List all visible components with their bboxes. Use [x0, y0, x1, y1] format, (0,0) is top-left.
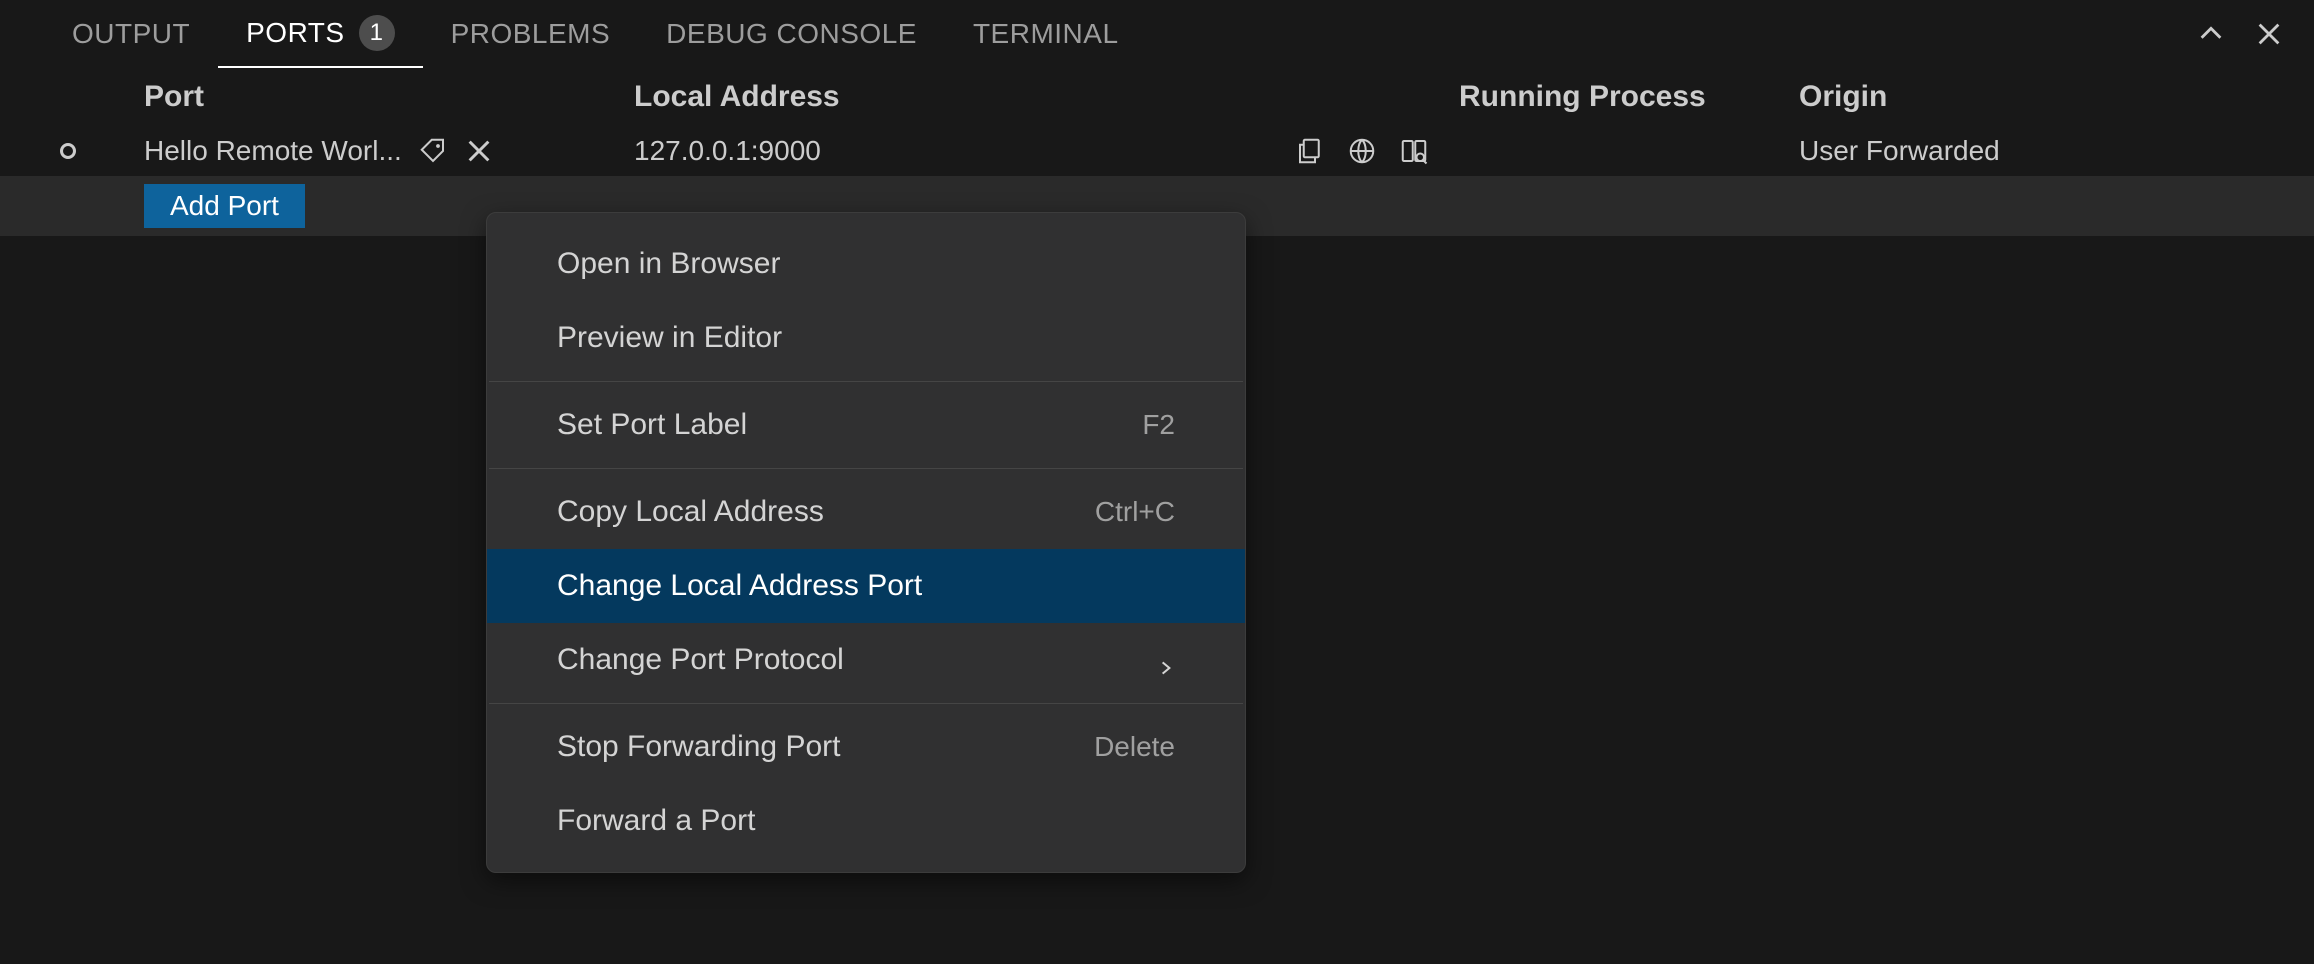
header-origin: Origin [1799, 80, 2314, 114]
preview-icon[interactable] [1399, 136, 1429, 166]
copy-icon[interactable] [1295, 136, 1325, 166]
ctx-label: Stop Forwarding Port [557, 730, 840, 764]
address-actions [1295, 136, 1459, 166]
label-icon[interactable] [418, 136, 448, 166]
address-cell: 127.0.0.1:9000 [634, 135, 1459, 167]
ctx-label: Copy Local Address [557, 495, 824, 529]
ctx-label: Set Port Label [557, 408, 747, 442]
header-local-address: Local Address [634, 80, 1459, 114]
ctx-shortcut: Delete [1094, 731, 1175, 763]
header-running-process: Running Process [1459, 80, 1799, 114]
header-port: Port [144, 80, 634, 114]
ctx-change-port-protocol[interactable]: Change Port Protocol [487, 623, 1245, 697]
port-row[interactable]: Hello Remote Worl... 127.0.0.1:9000 [0, 126, 2314, 176]
ctx-preview-in-editor[interactable]: Preview in Editor [487, 301, 1245, 375]
panel-actions [2196, 0, 2284, 68]
close-icon[interactable] [2254, 19, 2284, 49]
address-text: 127.0.0.1:9000 [634, 135, 1295, 167]
ctx-stop-forwarding-port[interactable]: Stop Forwarding Port Delete [487, 710, 1245, 784]
ctx-change-local-address-port[interactable]: Change Local Address Port [487, 549, 1245, 623]
context-menu: Open in Browser Preview in Editor Set Po… [486, 212, 1246, 873]
ports-table-header: Port Local Address Running Process Origi… [0, 68, 2314, 126]
ctx-separator [489, 703, 1243, 704]
close-icon[interactable] [464, 136, 494, 166]
ctx-open-in-browser[interactable]: Open in Browser [487, 227, 1245, 301]
tab-ports-label: PORTS [246, 17, 344, 49]
chevron-up-icon[interactable] [2196, 19, 2226, 49]
ctx-forward-a-port[interactable]: Forward a Port [487, 784, 1245, 858]
port-cell: Hello Remote Worl... [144, 135, 634, 167]
tab-problems[interactable]: PROBLEMS [423, 0, 639, 68]
ports-panel: Port Local Address Running Process Origi… [0, 68, 2314, 236]
ctx-copy-local-address[interactable]: Copy Local Address Ctrl+C [487, 475, 1245, 549]
circle-icon [60, 143, 76, 159]
ctx-label: Change Local Address Port [557, 569, 922, 603]
ports-count-badge: 1 [359, 15, 395, 51]
tab-output[interactable]: OUTPUT [44, 0, 218, 68]
origin-cell: User Forwarded [1799, 135, 2314, 167]
ctx-separator [489, 381, 1243, 382]
tab-terminal[interactable]: TERMINAL [945, 0, 1147, 68]
ctx-label: Change Port Protocol [557, 643, 844, 677]
globe-icon[interactable] [1347, 136, 1377, 166]
ctx-label: Open in Browser [557, 247, 780, 281]
ctx-shortcut: Ctrl+C [1095, 496, 1175, 528]
port-status-indicator [60, 143, 144, 159]
ctx-label: Forward a Port [557, 804, 755, 838]
port-label: Hello Remote Worl... [144, 135, 402, 167]
ctx-set-port-label[interactable]: Set Port Label F2 [487, 388, 1245, 462]
panel-tabbar: OUTPUT PORTS 1 PROBLEMS DEBUG CONSOLE TE… [0, 0, 2314, 68]
ctx-shortcut: F2 [1142, 409, 1175, 441]
tab-ports[interactable]: PORTS 1 [218, 0, 422, 68]
ctx-separator [489, 468, 1243, 469]
ctx-label: Preview in Editor [557, 321, 782, 355]
chevron-right-icon [1157, 651, 1175, 669]
tab-debug-console[interactable]: DEBUG CONSOLE [638, 0, 945, 68]
add-port-button[interactable]: Add Port [144, 184, 305, 228]
